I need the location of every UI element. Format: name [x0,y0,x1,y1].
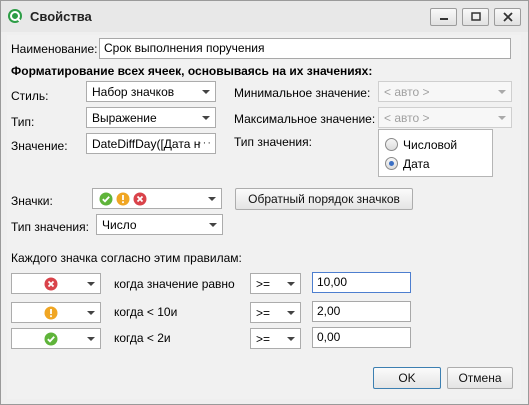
min-value-label: Минимальное значение: [234,86,371,100]
check-icon [44,332,58,346]
icon-value-type-value: Число [102,218,137,232]
type-value: Выражение [92,111,157,125]
icon-value-type-label: Тип значения: [11,220,89,234]
icons-label: Значки: [11,194,53,208]
rule-2-icon-select[interactable] [11,302,101,323]
maximize-button[interactable] [462,8,489,26]
chevron-down-icon [287,337,295,341]
chevron-down-icon [287,282,295,286]
cancel-button[interactable]: Отмена [447,367,513,389]
rule-3-condition: когда < 2и [114,331,171,345]
warning-icon [44,306,58,320]
error-icon [44,277,58,291]
icon-value-type-select[interactable]: Число [96,214,223,235]
chevron-down-icon [498,90,506,94]
rule-3-icon-select[interactable] [11,328,101,349]
rule-2-operator: >= [256,306,271,320]
chevron-down-icon [208,197,216,201]
warning-icon [116,192,130,206]
rule-3-value-field[interactable]: 0,00 [312,327,411,348]
chevron-down-icon [87,311,95,315]
max-value-select[interactable]: < авто > [378,107,512,128]
rules-title: Каждого значка согласно этим правилам: [11,251,242,265]
icon-set-select[interactable] [92,188,222,209]
window-title: Свойства [30,9,92,24]
radio-date[interactable] [385,157,398,170]
chevron-down-icon [498,116,506,120]
dialog-content: Наименование: Срок выполнения поручения … [7,35,521,399]
max-value-label: Максимальное значение: [234,112,376,126]
chevron-down-icon [209,223,217,227]
rule-1-operator: >= [256,277,271,291]
rule-1-operator-select[interactable]: >= [250,273,301,294]
style-select[interactable]: Набор значков [86,81,216,102]
radio-numeric-label: Числовой [403,138,458,152]
rule-2-value-field[interactable]: 2,00 [312,301,411,322]
max-value-placeholder: < авто > [384,111,430,125]
error-icon [133,192,147,206]
rule-1-condition: когда значение равно [114,277,235,291]
close-icon [503,12,513,22]
chevron-down-icon [202,116,210,120]
chevron-down-icon [87,337,95,341]
type-label: Тип: [11,115,35,129]
chevron-down-icon [287,311,295,315]
properties-dialog: Свойства Наименование: Срок выполнения п… [0,0,529,405]
maximize-icon [471,12,481,21]
ok-button[interactable]: OK [373,367,441,389]
check-icon [99,192,113,206]
minimize-button[interactable] [430,8,457,26]
rule-1-value-field[interactable]: 10,00 [312,272,411,293]
chevron-down-icon [87,282,95,286]
close-button[interactable] [494,8,521,26]
radio-date-label: Дата [403,157,430,171]
name-field[interactable]: Срок выполнения поручения [99,38,511,59]
value-expression-text: DateDiffDay([Дата н [92,137,201,151]
value-expression-field[interactable]: DateDiffDay([Дата н ··· [86,133,216,154]
type-select[interactable]: Выражение [86,107,216,128]
title-bar: Свойства [1,1,528,32]
value-label: Значение: [11,139,68,153]
rule-1-icon-select[interactable] [11,273,101,294]
section-title: Форматирование всех ячеек, основываясь н… [11,64,373,78]
value-type-label: Тип значения: [234,135,312,149]
app-logo-icon [8,9,22,23]
minimize-icon [440,18,448,20]
reverse-icon-order-button[interactable]: Обратный порядок значков [235,188,413,210]
min-value-select[interactable]: < авто > [378,81,512,102]
radio-numeric[interactable] [385,138,398,151]
name-label: Наименование: [11,42,98,56]
chevron-down-icon [202,90,210,94]
rule-3-operator: >= [256,332,271,346]
min-value-placeholder: < авто > [384,85,430,99]
rule-2-operator-select[interactable]: >= [250,302,301,323]
style-label: Стиль: [11,89,49,103]
value-type-radiogroup: Числовой Дата [378,129,493,177]
rule-2-condition: когда < 10и [114,305,178,319]
rule-3-operator-select[interactable]: >= [250,328,301,349]
expression-editor-button[interactable]: ··· [198,137,212,149]
style-value: Набор значков [92,85,175,99]
